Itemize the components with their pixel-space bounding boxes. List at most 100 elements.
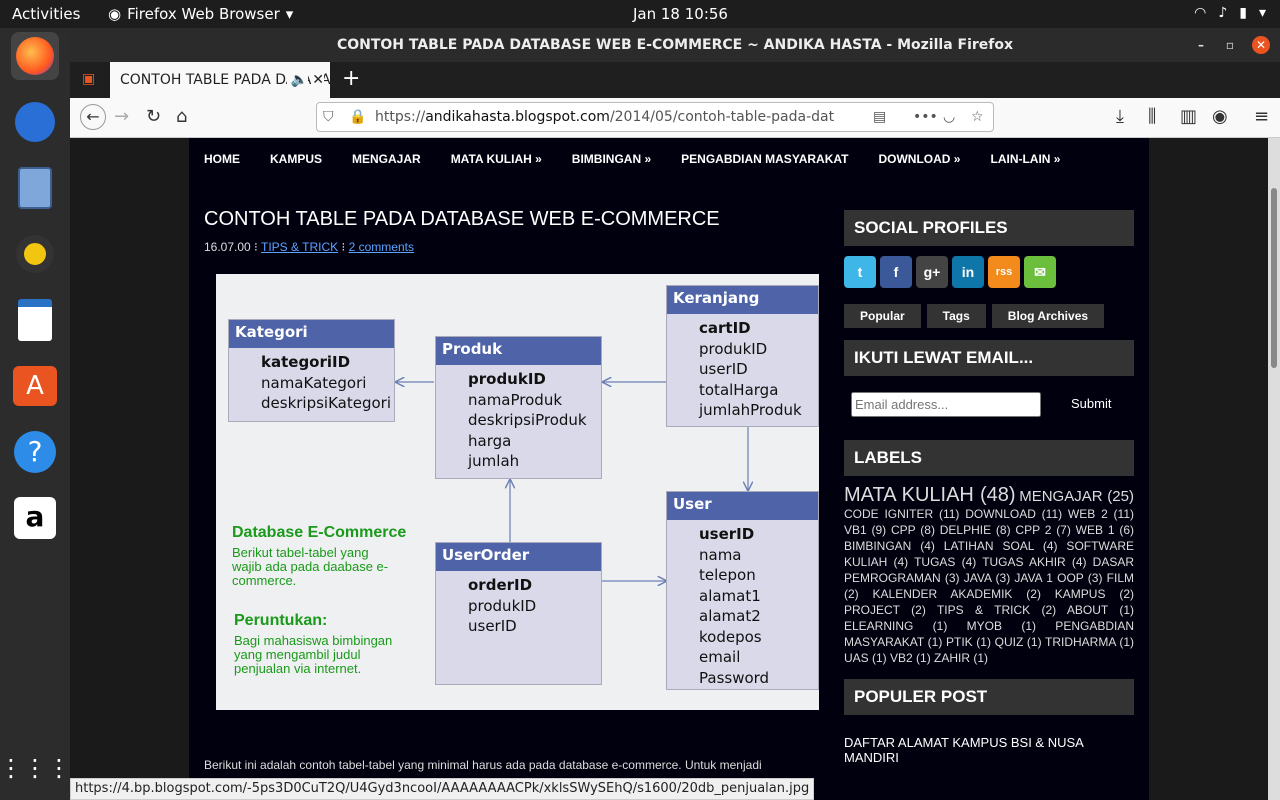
email-field[interactable]	[851, 392, 1041, 417]
thunderbird-launcher[interactable]	[11, 98, 59, 146]
show-apps-button[interactable]: ⋮⋮⋮	[0, 744, 71, 792]
page-viewport: HOME KAMPUS MENGAJAR MATA KULIAH » BIMBI…	[70, 138, 1280, 800]
post-meta: 16.07.00 ⁝ TIPS & TRICK ⁝ 2 comments	[204, 240, 414, 254]
shield-icon: ⛉	[323, 109, 334, 125]
label-mengajar[interactable]: MENGAJAR (25)	[1019, 488, 1134, 505]
clock[interactable]: Jan 18 10:56	[633, 5, 728, 23]
nav-bar: ← → ↻ ⌂ ⛉ 🔒 https://andikahasta.blogspot…	[70, 98, 1280, 138]
sidebar-tabs: Popular Tags Blog Archives	[844, 304, 1134, 328]
tab-strip: ▣ CONTOH TABLE PADA DATABASE 🔈 ✕ +	[70, 62, 1280, 98]
email-icon[interactable]: ✉	[1024, 256, 1056, 288]
sidebar: SOCIAL PROFILES t f g+ in rss ✉ Popular …	[844, 138, 1134, 765]
sidebar-icon[interactable]: ▥	[1180, 106, 1197, 127]
reload-button[interactable]: ↻	[146, 106, 161, 127]
lock-icon: 🔒	[349, 109, 367, 125]
comments-link[interactable]: 2 comments	[349, 240, 414, 254]
label-list[interactable]: CODE IGNITER (11) DOWNLOAD (11) WEB 2 (1…	[844, 507, 1134, 665]
post-title[interactable]: CONTOH TABLE PADA DATABASE WEB E-COMMERC…	[204, 208, 720, 231]
reader-view-icon[interactable]: ▤	[873, 103, 886, 131]
menu-kampus[interactable]: KAMPUS	[270, 138, 322, 180]
entity-userorder: UserOrder orderID produkID userID	[435, 542, 602, 685]
note-text-database: Berikut tabel-tabel yang wajib ada pada …	[232, 545, 389, 588]
grid-icon: ⋮⋮⋮	[0, 754, 71, 782]
menu-home[interactable]: HOME	[204, 138, 240, 180]
status-url: https://4.bp.blogspot.com/-5ps3D0CuT2Q/U…	[70, 778, 815, 800]
firefox-launcher[interactable]	[11, 32, 59, 80]
linkedin-icon[interactable]: in	[952, 256, 984, 288]
menu-icon[interactable]: ≡	[1254, 106, 1269, 127]
label-mata-kuliah[interactable]: MATA KULIAH (48)	[844, 484, 1016, 506]
mail-icon	[15, 102, 55, 142]
bookmark-star-icon[interactable]: ☆	[971, 103, 984, 131]
rhythmbox-launcher[interactable]	[11, 230, 59, 278]
labels-heading: LABELS	[844, 440, 1134, 476]
account-icon[interactable]: ◉	[1212, 106, 1228, 127]
dock: A ? a ⋮⋮⋮	[0, 28, 71, 800]
help-launcher[interactable]: ?	[11, 428, 59, 476]
page-scrollbar[interactable]	[1268, 138, 1280, 800]
tab-active[interactable]: CONTOH TABLE PADA DATABASE 🔈 ✕	[110, 62, 330, 98]
close-button[interactable]: ✕	[1252, 36, 1270, 54]
note-title-database: Database E-Commerce	[232, 524, 407, 541]
help-icon: ?	[14, 431, 56, 473]
email-subscribe-heading: IKUTI LEWAT EMAIL...	[844, 340, 1134, 376]
software-launcher[interactable]: A	[11, 362, 59, 410]
forward-button[interactable]: →	[114, 106, 129, 127]
activities-button[interactable]: Activities	[12, 5, 80, 23]
menu-mata-kuliah[interactable]: MATA KULIAH »	[451, 138, 542, 180]
tab-close-icon[interactable]: ✕	[312, 62, 324, 98]
entity-kategori: Kategori kategoriID namaKategori deskripsiK…	[228, 319, 395, 422]
amazon-launcher[interactable]: a	[11, 494, 59, 542]
menu-bimbingan[interactable]: BIMBINGAN »	[572, 138, 651, 180]
social-profiles-heading: SOCIAL PROFILES	[844, 210, 1134, 246]
system-tray[interactable]: ◠ ♪ ▮ ▾	[1194, 5, 1266, 21]
window-title: CONTOH TABLE PADA DATABASE WEB E-COMMERC…	[336, 37, 1014, 53]
document-icon	[18, 299, 52, 341]
google-plus-icon[interactable]: g+	[916, 256, 948, 288]
page-actions-icon[interactable]: •••	[913, 103, 938, 131]
popular-post-item[interactable]: DAFTAR ALAMAT KAMPUS BSI & NUSA MANDIRI	[844, 735, 1104, 765]
rss-icon[interactable]: rss	[988, 256, 1020, 288]
tab-blog-archives[interactable]: Blog Archives	[991, 304, 1105, 328]
facebook-icon[interactable]: f	[880, 256, 912, 288]
volume-icon: ♪	[1218, 5, 1228, 21]
menu-pengabdian[interactable]: PENGABDIAN MASYARAKAT	[681, 138, 848, 180]
popular-post-heading: POPULER POST	[844, 679, 1134, 715]
menu-mengajar[interactable]: MENGAJAR	[352, 138, 421, 180]
entity-keranjang: Keranjang cartID produkID userID totalHarga j…	[666, 285, 819, 427]
twitter-icon[interactable]: t	[844, 256, 876, 288]
entity-user: User userID nama telepon alamat1 alamat2 kodep…	[666, 491, 819, 690]
post-body: Berikut ini adalah contoh tabel-tabel ya…	[204, 758, 762, 772]
tab-popular[interactable]: Popular	[844, 304, 921, 328]
pocket-icon[interactable]: ◡	[943, 103, 955, 131]
writer-launcher[interactable]	[11, 296, 59, 344]
erd-image[interactable]: Kategori kategoriID namaKategori deskripsiK…	[216, 274, 819, 710]
category-link[interactable]: TIPS & TRICK	[261, 240, 338, 254]
speaker-icon[interactable]: 🔈	[286, 62, 308, 98]
back-button[interactable]: ←	[80, 104, 106, 130]
scrollbar-thumb[interactable]	[1271, 188, 1277, 368]
home-button[interactable]: ⌂	[176, 106, 187, 127]
files-launcher[interactable]	[11, 164, 59, 212]
chevron-down-icon: ▾	[285, 5, 294, 23]
chevron-down-icon: ▾	[1258, 5, 1266, 21]
app-menu[interactable]: ◉ Firefox Web Browser ▾	[108, 5, 293, 23]
new-tab-button[interactable]: +	[342, 66, 360, 91]
note-title-peruntukan: Peruntukan:	[234, 612, 328, 629]
social-icons: t f g+ in rss ✉	[844, 256, 1134, 288]
battery-icon: ▮	[1239, 5, 1247, 21]
firefox-icon	[16, 37, 54, 75]
maximize-button[interactable]: ▫	[1226, 28, 1234, 62]
email-form: Submit	[844, 392, 1134, 418]
submit-button[interactable]: Submit	[1071, 396, 1111, 411]
url-bar[interactable]: ⛉ 🔒 https://andikahasta.blogspot.com/201…	[316, 102, 994, 132]
tab-tags[interactable]: Tags	[926, 304, 986, 328]
wifi-icon: ◠	[1194, 5, 1207, 21]
minimize-button[interactable]: –	[1198, 28, 1204, 62]
window-titlebar: CONTOH TABLE PADA DATABASE WEB E-COMMERC…	[70, 28, 1280, 62]
files-icon	[18, 167, 52, 209]
downloads-icon[interactable]: ⤓	[1116, 106, 1124, 127]
blog-site: HOME KAMPUS MENGAJAR MATA KULIAH » BIMBI…	[189, 138, 1149, 800]
note-text-peruntukan: Bagi mahasiswa bimbingan yang mengambil …	[234, 633, 393, 676]
library-icon[interactable]: ⫼	[1148, 106, 1156, 127]
